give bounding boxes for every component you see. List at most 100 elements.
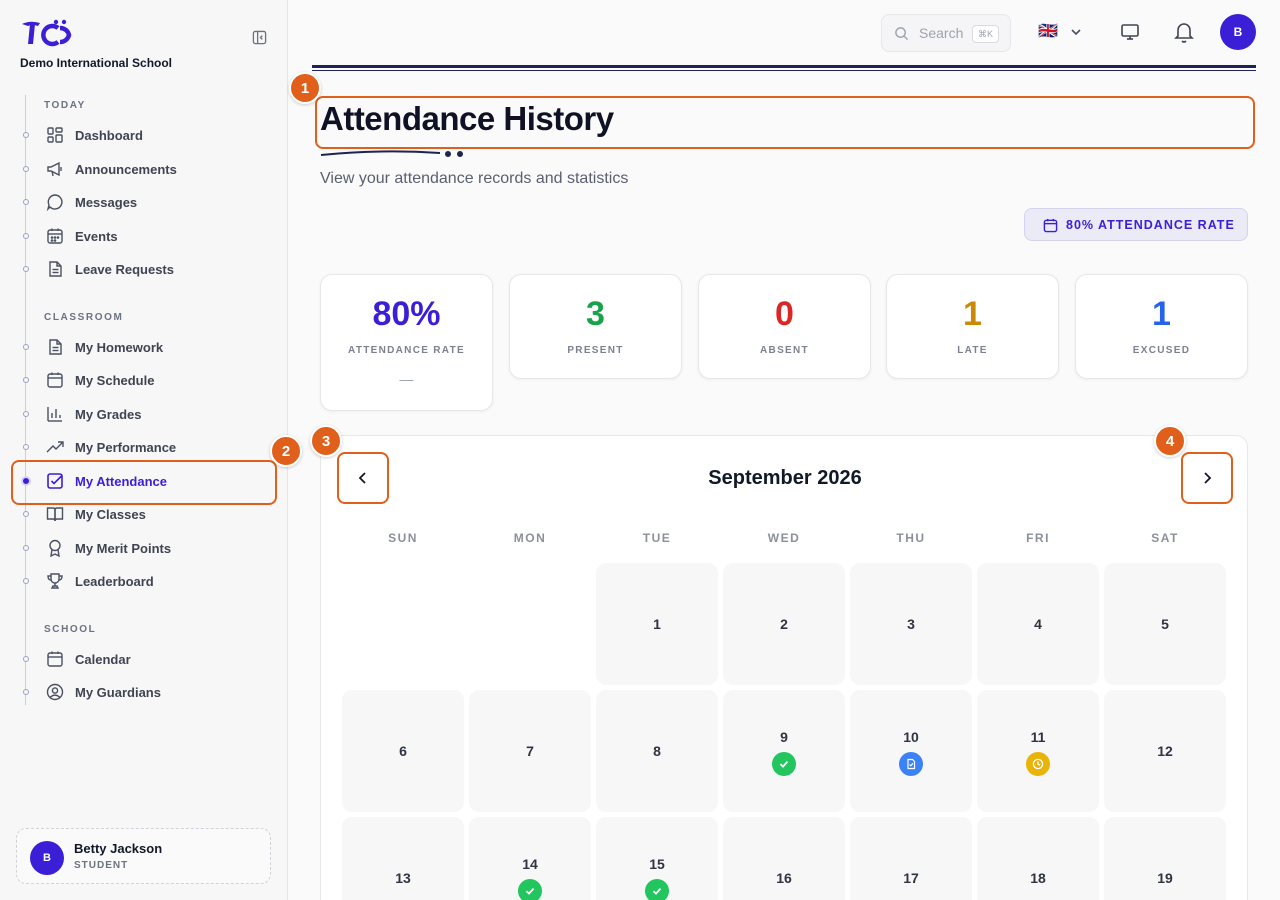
sidebar-item-events[interactable]: Events	[20, 221, 272, 251]
bell-icon[interactable]	[1172, 20, 1196, 44]
sidebar-item-my-guardians[interactable]: My Guardians	[20, 677, 272, 707]
title-underline-decoration	[320, 150, 463, 157]
section-label-today: TODAY	[44, 100, 86, 111]
calendar-day-number: 11	[1030, 729, 1046, 745]
next-month-button[interactable]	[1181, 452, 1233, 504]
calendar-day-cell[interactable]: 2	[723, 563, 845, 685]
annotation-marker: 3	[310, 425, 342, 457]
calendar-day-cell[interactable]: 16	[723, 817, 845, 900]
calendar-day-cell[interactable]: 4	[977, 563, 1099, 685]
stat-value: 80%	[372, 295, 441, 333]
check-circle-icon	[645, 879, 669, 900]
calendar-day-number: 15	[649, 856, 665, 872]
sidebar-item-label: My Guardians	[75, 685, 161, 700]
sidebar-item-my-grades[interactable]: My Grades	[20, 399, 272, 429]
avatar[interactable]: B	[1220, 14, 1256, 50]
calendar-day-cell[interactable]: 7	[469, 690, 591, 812]
calendar-day-number: 16	[776, 870, 792, 886]
page-subtitle: View your attendance records and statist…	[320, 170, 629, 187]
sidebar-item-my-homework[interactable]: My Homework	[20, 332, 272, 362]
user-profile-card[interactable]: B Betty Jackson STUDENT	[16, 828, 271, 884]
clock-icon	[1026, 752, 1050, 776]
nav-dot	[23, 545, 29, 551]
calendar-grid-icon	[47, 228, 63, 244]
sidebar-item-my-schedule[interactable]: My Schedule	[20, 365, 272, 395]
stat-value: 1	[1152, 295, 1171, 333]
nav-dot	[23, 689, 29, 695]
sidebar-item-label: Leave Requests	[75, 262, 174, 277]
calendar-icon	[1043, 218, 1058, 233]
header-divider-thin	[312, 70, 1256, 71]
book-icon	[46, 507, 64, 522]
calendar-day-cell[interactable]: 6	[342, 690, 464, 812]
calendar-day-cell[interactable]: 18	[977, 817, 1099, 900]
user-circle-icon	[46, 683, 64, 701]
sidebar-item-label: Announcements	[75, 162, 177, 177]
sidebar-item-my-performance[interactable]: My Performance	[20, 432, 272, 462]
chevron-right-icon	[1204, 472, 1212, 484]
section-label-classroom: CLASSROOM	[44, 312, 124, 323]
calendar-day-cell[interactable]: 12	[1104, 690, 1226, 812]
annotation-marker: 1	[289, 72, 321, 104]
annotation-marker: 2	[270, 435, 302, 467]
calendar-day-number: 5	[1161, 616, 1169, 632]
school-logo-icon[interactable]	[20, 18, 76, 48]
stat-card-attendance-rate: 80% ATTENDANCE RATE —	[320, 274, 493, 411]
calendar-day-cell[interactable]: 3	[850, 563, 972, 685]
calendar-day-cell[interactable]: 9	[723, 690, 845, 812]
sidebar-item-label: Dashboard	[75, 128, 143, 143]
sidebar-item-label: My Classes	[75, 507, 146, 522]
stat-value: 0	[775, 295, 794, 333]
calendar-day-number: 13	[395, 870, 411, 886]
calendar-day-cell[interactable]: 13	[342, 817, 464, 900]
stat-label: EXCUSED	[1132, 345, 1191, 356]
avatar: B	[30, 841, 64, 875]
check-circle-icon	[518, 879, 542, 900]
trend-up-icon	[46, 441, 64, 453]
attendance-rate-badge: 80% ATTENDANCE RATE	[1024, 208, 1248, 241]
calendar-day-cell[interactable]: 10	[850, 690, 972, 812]
attendance-rate-badge-label: 80% ATTENDANCE RATE	[1066, 218, 1235, 232]
calendar-day-cell[interactable]: 19	[1104, 817, 1226, 900]
dashboard-icon	[47, 127, 63, 143]
sidebar-item-label: My Grades	[75, 407, 142, 422]
calendar-day-cell[interactable]: 11	[977, 690, 1099, 812]
highlight-box-my-attendance	[11, 460, 277, 505]
header-divider	[312, 65, 1256, 68]
calendar-day-cell[interactable]: 8	[596, 690, 718, 812]
calendar-day-cell[interactable]: 15	[596, 817, 718, 900]
calendar-day-cell[interactable]: 14	[469, 817, 591, 900]
calendar-day-cell[interactable]: 1	[596, 563, 718, 685]
stat-label: LATE	[957, 345, 988, 356]
nav-dot	[23, 344, 29, 350]
calendar-day-cell[interactable]: 5	[1104, 563, 1226, 685]
calendar-day-number: 6	[399, 743, 407, 759]
monitor-icon[interactable]	[1118, 20, 1142, 44]
stat-label: PRESENT	[567, 345, 624, 356]
sidebar-item-dashboard[interactable]: Dashboard	[20, 120, 272, 150]
calendar-day-cell[interactable]: 17	[850, 817, 972, 900]
stat-label: ABSENT	[760, 345, 809, 356]
stat-value: 1	[963, 295, 982, 333]
weekday-header: TUE	[642, 531, 672, 545]
nav-dot	[23, 166, 29, 172]
calendar-day-number: 4	[1034, 616, 1042, 632]
sidebar-item-leave-requests[interactable]: Leave Requests	[20, 254, 272, 284]
chevron-down-icon	[1071, 29, 1081, 36]
sidebar-item-announcements[interactable]: Announcements	[20, 154, 272, 184]
calendar-day-number: 14	[522, 856, 538, 872]
sidebar-item-label: My Merit Points	[75, 541, 172, 556]
collapse-sidebar-button[interactable]	[250, 28, 268, 46]
megaphone-icon	[47, 161, 62, 177]
sidebar-item-leaderboard[interactable]: Leaderboard	[20, 566, 272, 596]
calendar-day-number: 12	[1157, 743, 1173, 759]
trophy-icon	[47, 573, 63, 589]
sidebar-item-calendar[interactable]: Calendar	[20, 644, 272, 674]
sidebar-item-my-merit-points[interactable]: My Merit Points	[20, 533, 272, 563]
search-input[interactable]: Search ⌘K	[881, 14, 1011, 52]
sidebar-item-messages[interactable]: Messages	[20, 187, 272, 217]
sidebar-item-label: My Homework	[75, 340, 164, 355]
weekday-header: WED	[767, 531, 801, 545]
sidebar-collapse-icon	[252, 30, 266, 44]
language-selector[interactable]: 🇬🇧	[1038, 20, 1088, 44]
